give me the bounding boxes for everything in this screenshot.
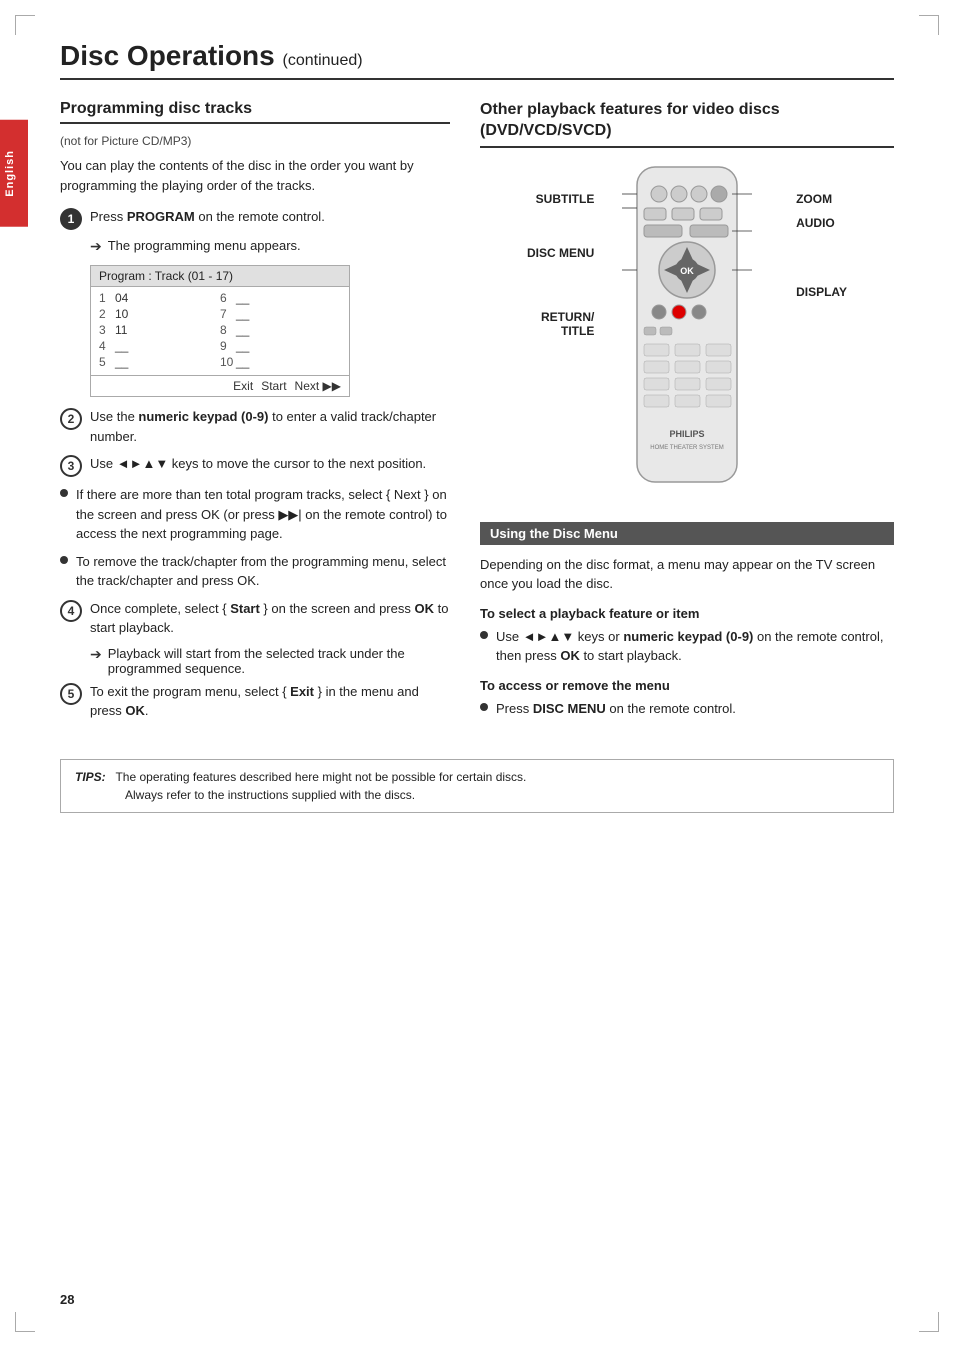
svg-text:PHILIPS: PHILIPS — [669, 429, 704, 439]
bullet-item-1: If there are more than ten total program… — [60, 485, 450, 544]
prog-row: 7__ — [220, 307, 341, 321]
step-5: 5 To exit the program menu, select { Exi… — [60, 682, 450, 721]
step-5-text: To exit the program menu, select { Exit … — [90, 682, 450, 721]
arrow-text-1: The programming menu appears. — [108, 238, 301, 253]
step-4-text: Once complete, select { Start } on the s… — [90, 599, 450, 638]
step-1-number: 1 — [60, 208, 82, 230]
step-2: 2 Use the numeric keypad (0-9) to enter … — [60, 407, 450, 446]
prog-row: 6__ — [220, 291, 341, 305]
prog-row: 8__ — [220, 323, 341, 337]
step-1: 1 Press PROGRAM on the remote control. — [60, 207, 450, 230]
svg-text:OK: OK — [680, 266, 694, 276]
access-menu-bullet: Press DISC MENU on the remote control. — [480, 699, 894, 719]
step-2-number: 2 — [60, 408, 82, 430]
step-3-text: Use ◄►▲▼ keys to move the cursor to the … — [90, 454, 426, 474]
step-3: 3 Use ◄►▲▼ keys to move the cursor to th… — [60, 454, 450, 477]
bullet-dot-1 — [60, 489, 68, 497]
tips-box: TIPS: The operating features described h… — [60, 759, 894, 813]
disc-menu-section: Using the Disc Menu Depending on the dis… — [480, 522, 894, 719]
prog-row: 10__ — [220, 355, 341, 369]
remote-left-labels: SUBTITLE DISC MENU RETURN/TITLE — [527, 192, 594, 339]
prog-table-footer: ExitStartNext ▶▶ — [91, 375, 349, 396]
prog-row: 9__ — [220, 339, 341, 353]
arrow-item-4: ➔ Playback will start from the selected … — [90, 646, 450, 676]
prog-row: 4__ — [99, 339, 220, 353]
bullet-item-2: To remove the track/chapter from the pro… — [60, 552, 450, 591]
left-subtitle: (not for Picture CD/MP3) — [60, 134, 450, 148]
svg-text:HOME THEATER SYSTEM: HOME THEATER SYSTEM — [650, 445, 723, 451]
prog-row: 210 — [99, 307, 220, 321]
step-5-number: 5 — [60, 683, 82, 705]
arrow-item-1: ➔ The programming menu appears. — [90, 238, 450, 255]
step-2-text: Use the numeric keypad (0-9) to enter a … — [90, 407, 450, 446]
bullet-text-1: If there are more than ten total program… — [76, 485, 450, 544]
left-column: Programming disc tracks (not for Picture… — [60, 100, 450, 729]
prog-table-header: Program : Track (01 - 17) — [91, 266, 349, 287]
page-number: 28 — [60, 1292, 74, 1307]
step-3-number: 3 — [60, 455, 82, 477]
select-feature-title: To select a playback feature or item — [480, 606, 894, 621]
tips-text-2: Always refer to the instructions supplie… — [125, 788, 415, 802]
label-zoom: ZOOM — [796, 192, 847, 206]
remote-image-area: SUBTITLE DISC MENU RETURN/TITLE ZOOM AUD… — [480, 162, 894, 502]
label-disc-menu: DISC MENU — [527, 246, 594, 260]
tips-label: TIPS: — [75, 770, 106, 784]
right-section-heading: Other playback features for video discs … — [480, 100, 894, 148]
prog-table-body: 104 210 311 4__ 5__ 6__ 7__ 8__ 9__ 10__ — [91, 287, 349, 375]
left-intro: You can play the contents of the disc in… — [60, 156, 450, 195]
label-display: DISPLAY — [796, 285, 847, 299]
label-return-title: RETURN/TITLE — [527, 310, 594, 339]
prog-row: 311 — [99, 323, 220, 337]
left-section-heading: Programming disc tracks — [60, 100, 450, 124]
step-1-text: Press PROGRAM on the remote control. — [90, 207, 325, 227]
arrow-symbol-1: ➔ — [90, 238, 102, 255]
select-feature-dot — [480, 631, 488, 639]
right-column: Other playback features for video discs … — [480, 100, 894, 729]
label-subtitle: SUBTITLE — [527, 192, 594, 206]
select-feature-text: Use ◄►▲▼ keys or numeric keypad (0-9) on… — [496, 627, 894, 666]
bullet-dot-2 — [60, 556, 68, 564]
remote-svg-container: OK — [622, 162, 752, 495]
disc-menu-heading: Using the Disc Menu — [480, 522, 894, 545]
program-table: Program : Track (01 - 17) 104 210 311 4_… — [90, 265, 350, 397]
bullet-text-2: To remove the track/chapter from the pro… — [76, 552, 450, 591]
prog-col-1: 104 210 311 4__ 5__ — [99, 291, 220, 371]
tips-text-1: The operating features described here mi… — [115, 770, 526, 784]
access-menu-text: Press DISC MENU on the remote control. — [496, 699, 736, 719]
step-4: 4 Once complete, select { Start } on the… — [60, 599, 450, 638]
prog-row: 104 — [99, 291, 220, 305]
prog-row: 5__ — [99, 355, 220, 369]
select-feature-bullet: Use ◄►▲▼ keys or numeric keypad (0-9) on… — [480, 627, 894, 666]
label-audio: AUDIO — [796, 216, 847, 230]
arrow-text-4: Playback will start from the selected tr… — [108, 646, 450, 676]
step-4-number: 4 — [60, 600, 82, 622]
arrow-symbol-4: ➔ — [90, 646, 102, 663]
remote-right-labels: ZOOM AUDIO DISPLAY — [796, 192, 847, 299]
disc-menu-intro: Depending on the disc format, a menu may… — [480, 555, 894, 594]
access-menu-dot — [480, 703, 488, 711]
access-menu-title: To access or remove the menu — [480, 678, 894, 693]
page-title: Disc Operations (continued) — [60, 40, 894, 80]
remote-svg: OK — [622, 162, 752, 492]
prog-col-2: 6__ 7__ 8__ 9__ 10__ — [220, 291, 341, 371]
